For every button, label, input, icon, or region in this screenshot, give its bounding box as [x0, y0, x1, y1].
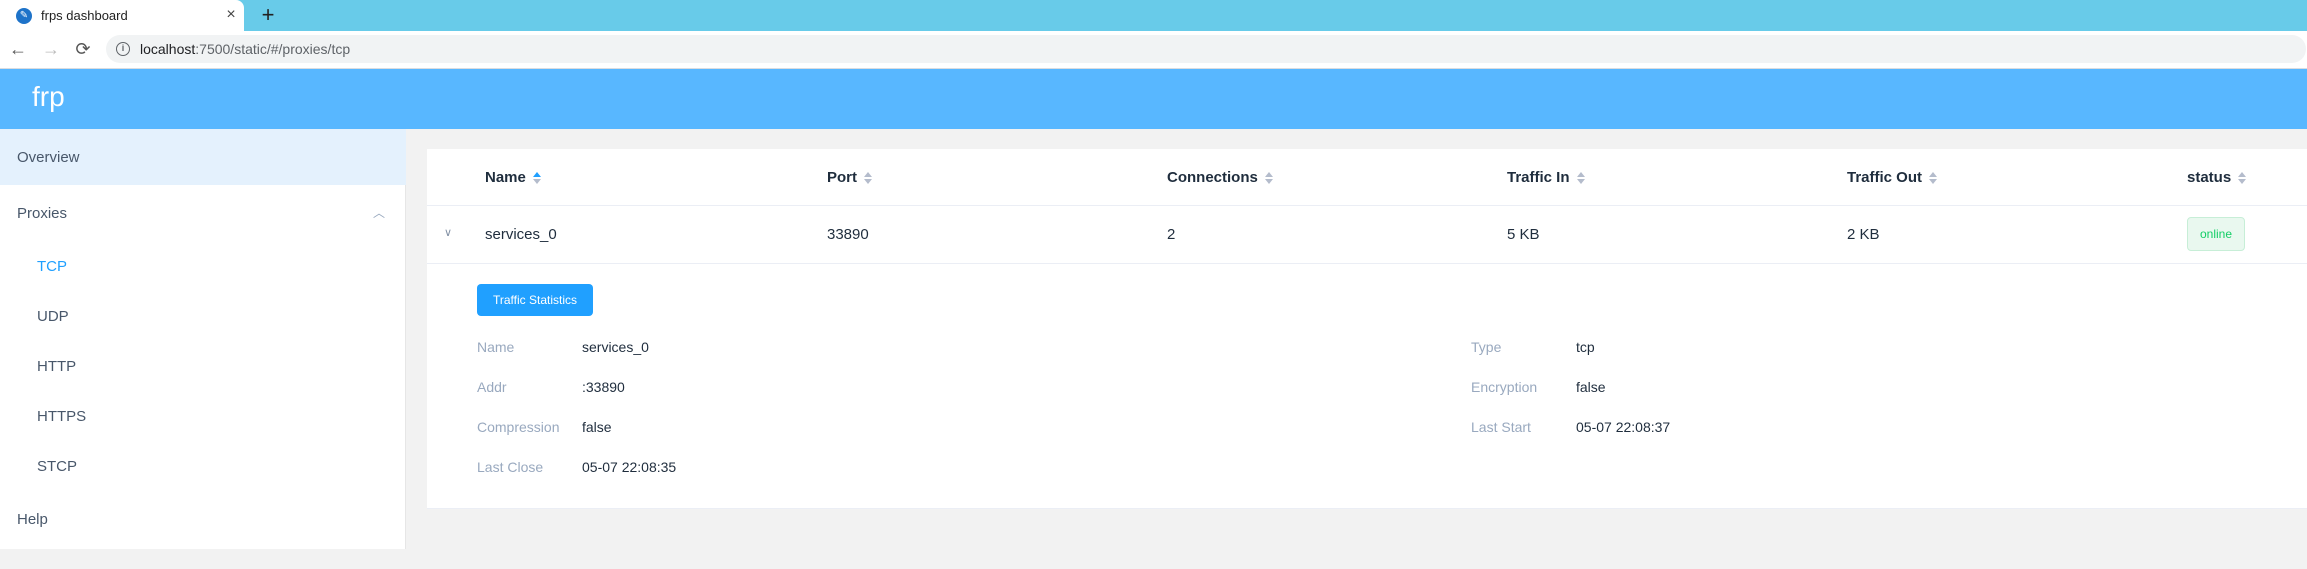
sort-icon[interactable] — [1928, 171, 1938, 185]
site-info-icon[interactable]: i — [116, 42, 130, 56]
sidebar-item-tcp[interactable]: TCP — [0, 241, 406, 291]
column-header-label: Name — [485, 169, 526, 186]
sidebar-item-label: UDP — [37, 307, 69, 325]
address-bar[interactable]: i localhost:7500/static/#/proxies/tcp — [106, 35, 2306, 63]
detail-label-name: Name — [477, 339, 515, 355]
url-host: localhost — [140, 41, 196, 57]
sidebar-item-overview[interactable]: Overview — [0, 129, 406, 185]
detail-value-encryption: false — [1576, 379, 1606, 395]
sidebar-item-stcp[interactable]: STCP — [0, 441, 406, 491]
detail-label-last-close: Last Close — [477, 459, 544, 475]
sidebar-item-label: Help — [17, 510, 48, 528]
proxies-table-panel: Name Port Connections Traffic In Traffic… — [427, 149, 2307, 509]
column-header-name[interactable]: Name — [485, 169, 542, 186]
app-header: frp — [0, 69, 2307, 129]
detail-label-last-start: Last Start — [1471, 419, 1531, 435]
sidebar: Overview Proxies ︿ TCP UDP HTTP HTTPS ST… — [0, 129, 406, 549]
sidebar-item-label: TCP — [37, 257, 67, 275]
sort-icon[interactable] — [532, 171, 542, 185]
column-header-connections[interactable]: Connections — [1167, 169, 1274, 186]
tab-close-icon[interactable]: × — [222, 6, 240, 24]
chevron-down-icon[interactable]: ∨ — [440, 226, 456, 242]
new-tab-icon[interactable]: + — [256, 3, 280, 27]
table-row[interactable]: ∨ services_0 33890 2 5 KB 2 KB online — [427, 206, 2307, 264]
detail-value-type: tcp — [1576, 339, 1595, 355]
frp-favicon-icon: ✎ — [16, 7, 32, 24]
url-text: localhost:7500/static/#/proxies/tcp — [140, 41, 350, 57]
sidebar-item-https[interactable]: HTTPS — [0, 391, 406, 441]
brand-logo[interactable]: frp — [32, 81, 65, 113]
detail-value-name: services_0 — [582, 339, 649, 355]
column-header-label: Traffic Out — [1847, 169, 1923, 186]
column-header-label: Traffic In — [1507, 169, 1570, 186]
expanded-row-details: Traffic Statistics Name services_0 Type … — [427, 264, 2307, 509]
sidebar-item-http[interactable]: HTTP — [0, 341, 406, 391]
detail-label-compression: Compression — [477, 419, 560, 435]
cell-port: 33890 — [827, 226, 869, 243]
column-header-label: Connections — [1167, 169, 1258, 186]
cell-traffic-in: 5 KB — [1507, 226, 1540, 243]
cell-connections: 2 — [1167, 226, 1176, 243]
sidebar-item-label: HTTP — [37, 357, 77, 375]
status-badge: online — [2187, 217, 2245, 251]
detail-label-encryption: Encryption — [1471, 379, 1538, 395]
sidebar-item-udp[interactable]: UDP — [0, 291, 406, 341]
sort-icon[interactable] — [1576, 171, 1586, 185]
traffic-statistics-button[interactable]: Traffic Statistics — [477, 284, 593, 316]
sort-icon[interactable] — [1264, 171, 1274, 185]
detail-value-last-start: 05-07 22:08:37 — [1576, 419, 1671, 435]
chevron-up-icon: ︿ — [372, 206, 385, 220]
column-header-traffic-in[interactable]: Traffic In — [1507, 169, 1586, 186]
detail-value-compression: false — [582, 419, 612, 435]
sort-icon[interactable] — [2237, 171, 2247, 185]
detail-label-type: Type — [1471, 339, 1502, 355]
column-header-label: Port — [827, 169, 857, 186]
sidebar-item-label: STCP — [37, 457, 78, 475]
cell-name: services_0 — [485, 226, 557, 243]
sidebar-item-label: HTTPS — [37, 407, 87, 425]
sidebar-item-proxies[interactable]: Proxies ︿ — [0, 185, 406, 241]
sidebar-item-label: Overview — [17, 148, 80, 166]
detail-value-addr: :33890 — [582, 379, 625, 395]
forward-icon[interactable]: → — [40, 38, 62, 60]
detail-value-last-close: 05-07 22:08:35 — [582, 459, 677, 475]
tab-title: frps dashboard — [41, 8, 128, 23]
url-path: :7500/static/#/proxies/tcp — [195, 41, 351, 57]
column-header-label: status — [2187, 169, 2232, 186]
cell-traffic-out: 2 KB — [1847, 226, 1880, 243]
column-header-status[interactable]: status — [2187, 169, 2247, 186]
detail-label-addr: Addr — [477, 379, 507, 395]
browser-tab[interactable]: ✎ frps dashboard × — [0, 0, 244, 31]
browser-toolbar: ← → ⟳ i localhost:7500/static/#/proxies/… — [0, 31, 2307, 69]
sidebar-item-label: Proxies — [17, 204, 68, 222]
sort-icon[interactable] — [863, 171, 873, 185]
column-header-port[interactable]: Port — [827, 169, 873, 186]
browser-tab-strip: ✎ frps dashboard × + — [0, 0, 2307, 31]
reload-icon[interactable]: ⟳ — [72, 38, 94, 60]
column-header-traffic-out[interactable]: Traffic Out — [1847, 169, 1938, 186]
table-header: Name Port Connections Traffic In Traffic… — [427, 149, 2307, 206]
back-icon[interactable]: ← — [7, 38, 29, 60]
sidebar-item-help[interactable]: Help — [0, 491, 406, 547]
